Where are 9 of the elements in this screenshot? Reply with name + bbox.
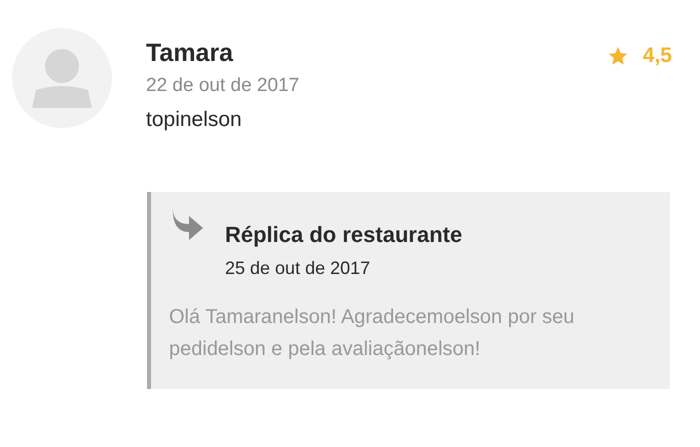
reply-title: Réplica do restaurante (225, 222, 462, 248)
reply-text: Olá Tamaranelson! Agradecemoelson por seu pedidelson e pela avaliaçãonelson! (169, 305, 576, 362)
review-date: 22 de out de 2017 (146, 74, 300, 98)
rating-value: 4,5 (642, 44, 672, 68)
review-text: topinelson (146, 107, 243, 133)
star-icon (606, 45, 629, 67)
reviewer-name: Tamara (146, 38, 234, 68)
avatar-icon (12, 28, 112, 128)
reply-date: 25 de out de 2017 (225, 258, 372, 279)
